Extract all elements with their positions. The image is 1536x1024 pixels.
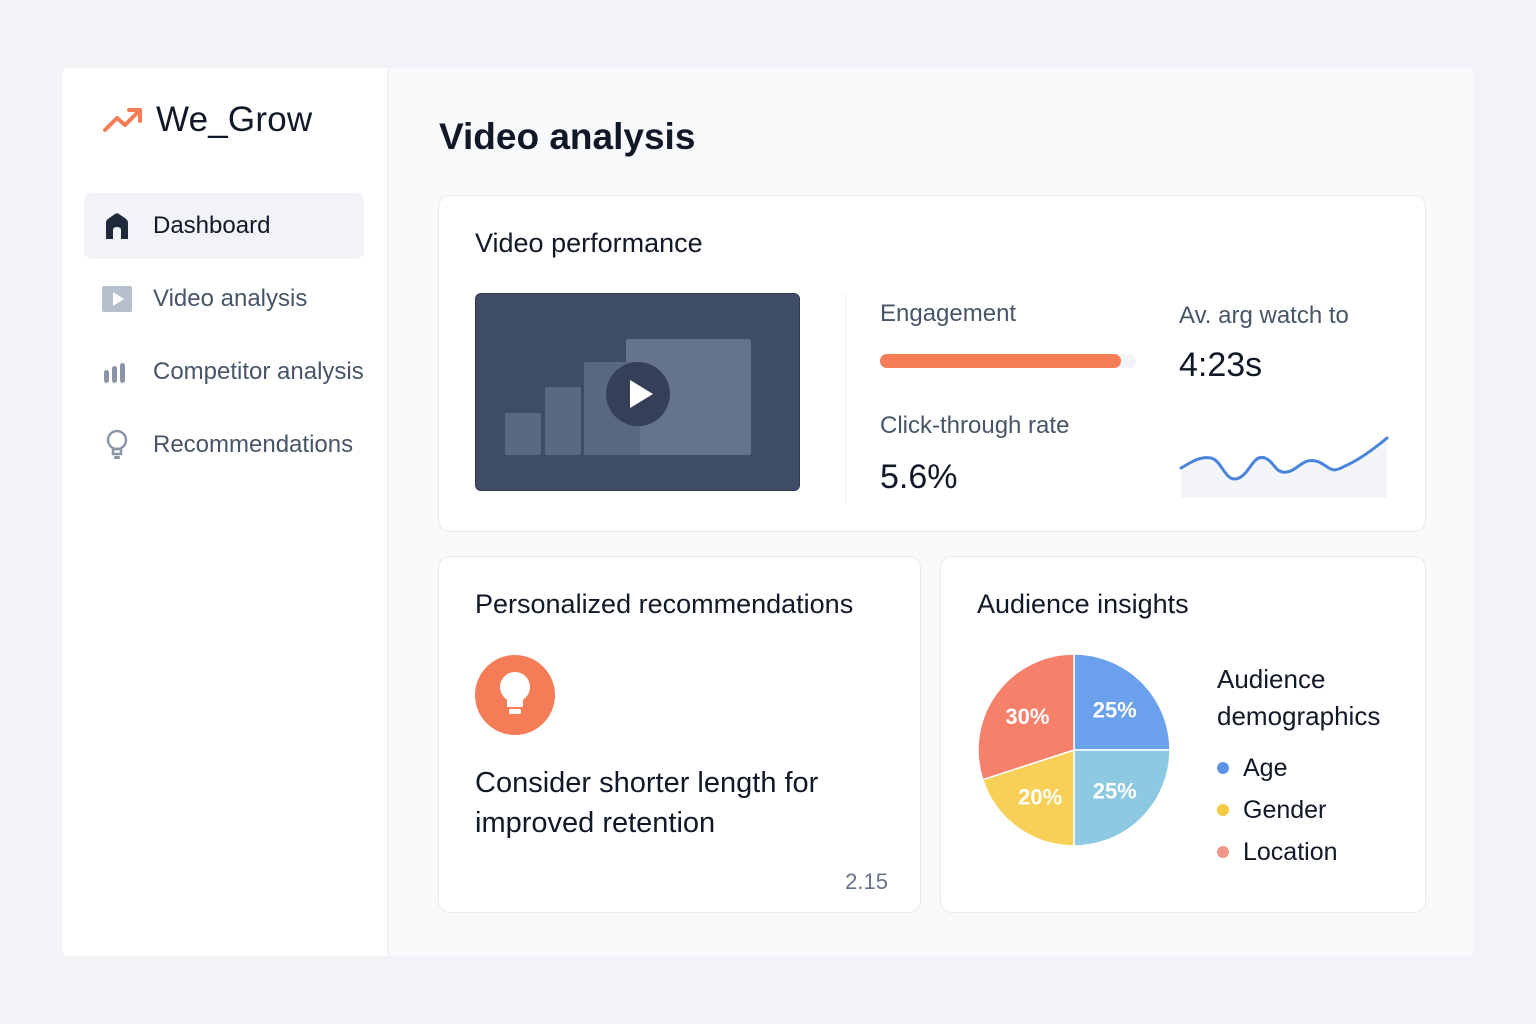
- card-title: Audience insights: [977, 589, 1189, 619]
- bar-chart-icon: [102, 357, 132, 387]
- sidebar-item-label: Video analysis: [153, 285, 308, 312]
- pie-slice-label: 20%: [1018, 785, 1062, 810]
- legend-dot: [1217, 762, 1229, 774]
- brand-name: We_Grow: [156, 100, 313, 139]
- page-title: Video analysis: [439, 116, 696, 157]
- video-thumbnail[interactable]: [475, 293, 800, 491]
- sidebar-item-video-analysis[interactable]: Video analysis: [84, 266, 364, 332]
- pie-slice-label: 25%: [1093, 697, 1137, 722]
- engagement-label: Engagement: [880, 300, 1017, 327]
- recommendation-text: Consider shorter length for improved ret…: [475, 767, 819, 839]
- divider: [845, 293, 846, 503]
- sidebar-item-label: Competitor analysis: [153, 358, 364, 385]
- pie-slice-label: 30%: [1005, 704, 1049, 729]
- sidebar-item-competitor-analysis[interactable]: Competitor analysis: [84, 339, 364, 405]
- recommendation-score: 2.15: [845, 869, 888, 894]
- play-icon[interactable]: [605, 361, 671, 427]
- trending-up-icon: [103, 108, 142, 132]
- ctr-value: 5.6%: [880, 458, 958, 496]
- watch-time-sparkline: [1179, 436, 1389, 498]
- card-title: Video performance: [475, 228, 703, 258]
- sidebar-nav: Dashboard Video analysis Competitor anal…: [84, 193, 364, 485]
- lightbulb-icon: [475, 655, 555, 735]
- legend-item-location: Location: [1217, 831, 1338, 873]
- legend-label: Location: [1243, 837, 1338, 866]
- app-window: We_Grow Dashboard Video analysis Competi…: [62, 68, 1474, 956]
- sidebar-item-label: Recommendations: [153, 431, 354, 458]
- legend-label: Age: [1243, 753, 1288, 782]
- watch-time-value: 4:23s: [1179, 346, 1263, 384]
- legend-dot: [1217, 804, 1229, 816]
- audience-pie-chart: 25% 25% 20% 30%: [977, 653, 1171, 847]
- ctr-label: Click-through rate: [880, 412, 1070, 439]
- video-performance-card: Video performance Engagement Click-throu…: [438, 195, 1426, 532]
- recommendations-card: Personalized recommendations Consider sh…: [438, 556, 921, 913]
- home-icon: [102, 211, 132, 241]
- watch-time-label: Av. arg watch to: [1179, 302, 1349, 329]
- sidebar-item-dashboard[interactable]: Dashboard: [84, 193, 364, 259]
- demographics-title: Audience demographics: [1217, 664, 1381, 731]
- pie-slice-label: 25%: [1093, 779, 1137, 804]
- legend-label: Gender: [1243, 795, 1327, 824]
- video-icon: [102, 284, 132, 314]
- sidebar-item-label: Dashboard: [153, 212, 271, 239]
- legend-item-age: Age: [1217, 747, 1338, 789]
- engagement-progress-fill: [880, 354, 1121, 368]
- card-title: Personalized recommendations: [475, 589, 854, 619]
- legend-dot: [1217, 846, 1229, 858]
- sidebar-item-recommendations[interactable]: Recommendations: [84, 412, 364, 478]
- pie-legend: Age Gender Location: [1217, 747, 1338, 873]
- engagement-progress-bar: [880, 354, 1136, 368]
- sidebar: We_Grow Dashboard Video analysis Competi…: [62, 68, 388, 956]
- legend-item-gender: Gender: [1217, 789, 1338, 831]
- audience-insights-card: Audience insights 25% 25% 20% 30% Audience …: [940, 556, 1426, 913]
- lightbulb-icon: [102, 429, 132, 460]
- brand[interactable]: We_Grow: [102, 100, 312, 140]
